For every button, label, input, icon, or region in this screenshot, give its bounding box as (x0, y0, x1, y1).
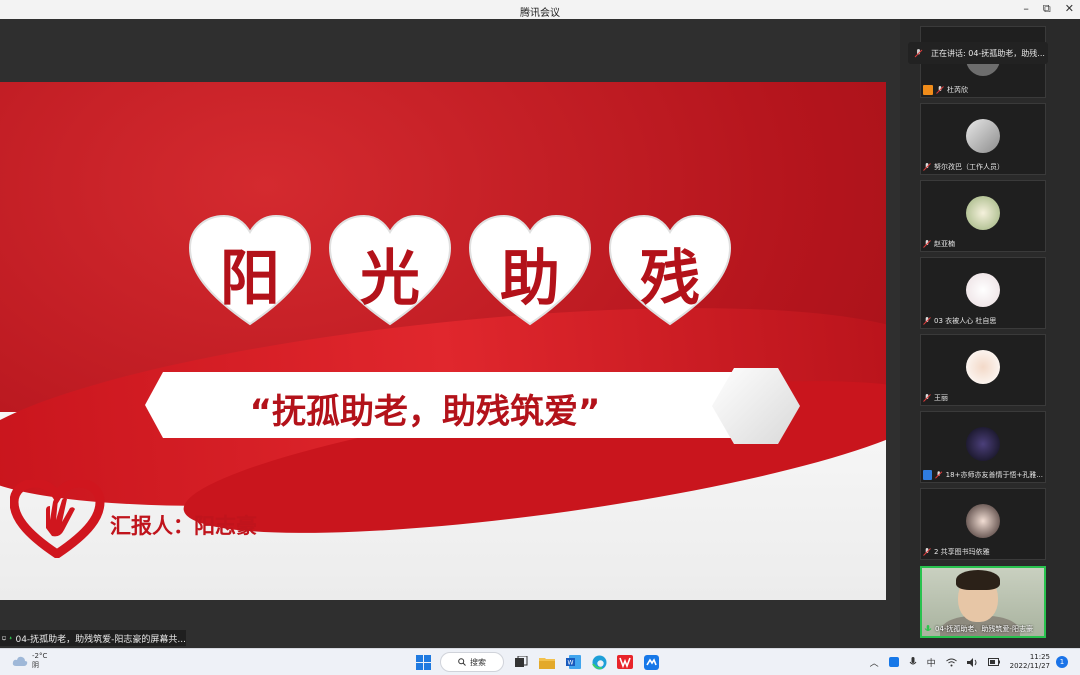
participant-name: 王丽 (934, 394, 948, 402)
presentation-slide: 阳 光 助 残 “抚孤助老，助残筑爱” 汇报人：阳志豪 (0, 82, 886, 600)
host-badge-icon (923, 85, 933, 95)
file-explorer-icon[interactable] (538, 653, 556, 671)
muted-mic-icon (936, 86, 944, 94)
title-bar: 腾讯会议 – ⧉ ✕ (0, 0, 1080, 19)
speaking-indicator: 正在讲话: 04-抚孤助老，助残... (908, 42, 1048, 64)
participant-name: 努尔孜巴（工作人员） (934, 163, 1004, 171)
meeting-tray-icon[interactable] (888, 657, 899, 667)
slogan-text: “抚孤助老，助残筑爱” (249, 392, 601, 432)
search-icon (458, 658, 466, 666)
muted-mic-icon (923, 317, 931, 325)
avatar (966, 427, 1000, 461)
heart-4: 残 (606, 212, 734, 330)
date-text: 2022/11/27 (1009, 662, 1050, 670)
screen-share-text: 04-抚孤助老，助残筑爱-阳志豪的屏幕共... (15, 634, 186, 645)
clock[interactable]: 11:25 2022/11/27 (1010, 653, 1050, 671)
taskbar: -2°C 阴 搜索 W ︿ 中 11:25 2022/11/27 1 (0, 648, 1080, 675)
reporter-text: 汇报人：阳志豪 (110, 514, 257, 538)
taskbar-search-button[interactable]: 搜索 (440, 652, 504, 672)
muted-mic-icon (923, 163, 931, 171)
muted-mic-icon (923, 240, 931, 248)
shared-screen-area: 阳 光 助 残 “抚孤助老，助残筑爱” 汇报人：阳志豪 04-抚孤助老，助残筑爱… (0, 19, 900, 648)
weather-text: 阴 (32, 661, 39, 669)
participant-tile[interactable]: 2 共享图书玛依雅 (920, 488, 1046, 560)
participant-tile[interactable]: 赵亚楠 (920, 180, 1046, 252)
tencent-meeting-icon[interactable] (642, 653, 660, 671)
participant-tile[interactable]: 努尔孜巴（工作人员） (920, 103, 1046, 175)
app-window: 腾讯会议 – ⧉ ✕ 阳 光 助 残 “抚孤助老，助残筑爱” 汇报人：阳志豪 0… (0, 0, 1080, 648)
title-hearts: 阳 光 助 残 (186, 212, 734, 330)
muted-mic-icon (914, 48, 923, 57)
word-icon[interactable]: W (564, 653, 582, 671)
windows-start-icon[interactable] (414, 653, 432, 671)
participant-tile[interactable]: 王丽 (920, 334, 1046, 406)
minimize-button[interactable]: – (1023, 2, 1029, 16)
avatar (966, 350, 1000, 384)
muted-mic-icon (923, 394, 931, 402)
heart-char-3: 助 (500, 244, 560, 314)
avatar (966, 196, 1000, 230)
mic-icon (9, 636, 13, 639)
muted-mic-icon (935, 471, 943, 479)
temperature-text: -2°C (32, 652, 48, 660)
svg-text:W: W (567, 660, 573, 667)
cloud-icon (12, 656, 28, 666)
screen-share-label[interactable]: 04-抚孤助老，助残筑爱-阳志豪的屏幕共... (0, 630, 186, 646)
slogan-banner: “抚孤助老，助残筑爱” (145, 372, 745, 438)
heart-char-4: 残 (640, 244, 700, 314)
input-method-indicator[interactable]: 中 (927, 656, 936, 669)
window-title: 腾讯会议 (520, 8, 560, 19)
system-tray: ︿ 中 11:25 2022/11/27 (870, 653, 1050, 671)
avatar (966, 119, 1000, 153)
microphone-tray-icon[interactable] (909, 657, 917, 667)
participant-name: 赵亚楠 (934, 240, 955, 248)
restore-button[interactable]: ⧉ (1043, 2, 1051, 16)
self-video-name: 04-抚孤助老、助残筑爱-阳志豪 (935, 625, 1033, 633)
battery-icon[interactable] (987, 658, 1000, 666)
participant-name: 18+亦师亦友善情于悟+孔雅... (945, 471, 1043, 479)
weather-widget[interactable]: -2°C 阴 (12, 652, 47, 670)
avatar (966, 273, 1000, 307)
edge-browser-icon[interactable] (590, 653, 608, 671)
heart-char-1: 阳 (220, 244, 280, 314)
video-person-hair (956, 570, 1000, 590)
participant-name: 杜芮欣 (947, 86, 968, 94)
wifi-icon[interactable] (945, 658, 957, 667)
participant-name: 2 共享图书玛依雅 (934, 548, 990, 556)
search-label: 搜索 (470, 657, 486, 667)
heart-3: 助 (466, 212, 594, 330)
volume-icon[interactable] (966, 657, 978, 667)
heart-2: 光 (326, 212, 454, 330)
mic-icon (924, 625, 932, 631)
heart-hand-logo-icon (10, 480, 105, 558)
participant-tile[interactable]: 03 衣被人心 杜自思 (920, 257, 1046, 329)
user-badge-icon (923, 470, 933, 480)
participant-name: 03 衣被人心 杜自思 (934, 317, 997, 325)
close-button[interactable]: ✕ (1065, 2, 1074, 16)
screen-share-icon (2, 636, 7, 640)
self-video-tile[interactable]: 04-抚孤助老、助残筑爱-阳志豪 (920, 566, 1046, 638)
notification-badge[interactable]: 1 (1056, 656, 1068, 668)
time-text: 11:25 (1029, 653, 1050, 661)
avatar (966, 504, 1000, 538)
participant-tile[interactable]: 18+亦师亦友善情于悟+孔雅... (920, 411, 1046, 483)
heart-1: 阳 (186, 212, 314, 330)
chevron-up-icon[interactable]: ︿ (870, 656, 879, 669)
speaking-text: 正在讲话: 04-抚孤助老，助残... (931, 48, 1045, 58)
task-view-icon[interactable] (512, 653, 530, 671)
wps-office-icon[interactable] (616, 653, 634, 671)
muted-mic-icon (923, 548, 931, 556)
heart-char-2: 光 (360, 244, 420, 314)
